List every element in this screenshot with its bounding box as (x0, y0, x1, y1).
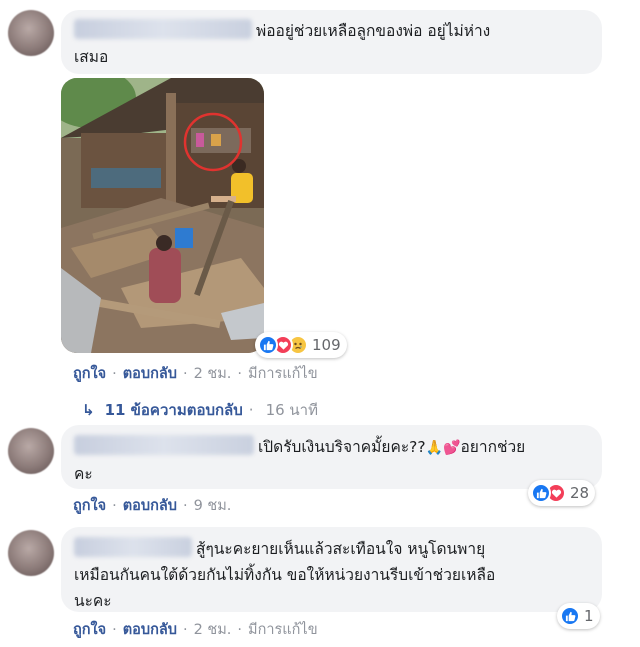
edited-label[interactable]: มีการแก้ไข (248, 622, 318, 638)
comment-actions: ถูกใจ · ตอบกลับ · 2 ชม. · มีการแก้ไข (73, 618, 318, 641)
replies-time: 16 นาที (265, 401, 318, 419)
separator: · (112, 498, 117, 514)
timestamp-link[interactable]: 2 ชม. (194, 366, 232, 382)
separator: · (237, 366, 243, 382)
comment-line: เสมอ (74, 48, 109, 66)
comment-text: เปิดรับเงินบริจาคมั้ยคะ??🙏💕อยากช่วย คะ (74, 434, 589, 487)
separator: · (182, 622, 188, 638)
commenter-name-redacted[interactable] (74, 537, 192, 557)
commenter-name-redacted[interactable] (74, 435, 254, 455)
heart-emoji: 💕 (443, 440, 461, 456)
commenter-avatar[interactable] (8, 428, 54, 474)
commenter-avatar[interactable] (8, 530, 54, 576)
separator: · (182, 498, 188, 514)
like-icon (258, 335, 278, 355)
separator: · (248, 401, 254, 419)
edited-label[interactable]: มีการแก้ไข (248, 366, 318, 382)
like-icon (560, 606, 580, 626)
collapsed-house-image (61, 78, 264, 353)
comment-line: คะ (74, 465, 93, 483)
replies-count: 11 ข้อความตอบกลับ (104, 401, 243, 419)
like-link[interactable]: ถูกใจ (73, 622, 106, 638)
commenter-avatar[interactable] (8, 10, 54, 56)
reaction-summary[interactable]: 1 (557, 603, 600, 629)
reply-link[interactable]: ตอบกลับ (123, 366, 177, 382)
comment-line: เปิดรับเงินบริจาคมั้ยคะ?? (258, 438, 426, 456)
comment-text: พ่ออยู่ช่วยเหลือลูกของพ่อ อยู่ไม่ห่าง เส… (74, 18, 589, 70)
reply-arrow-icon: ↳ (82, 401, 95, 419)
reaction-summary[interactable]: 109 (255, 332, 347, 358)
comment-line: เหมือนกันคนใต้ด้วยกันไม่ทิ้งกัน ขอให้หน่… (74, 566, 496, 584)
separator: · (182, 366, 188, 382)
reaction-count: 109 (312, 336, 341, 354)
comment-line: พ่ออยู่ช่วยเหลือลูกของพ่อ อยู่ไม่ห่าง (256, 22, 491, 40)
like-link[interactable]: ถูกใจ (73, 498, 106, 514)
separator: · (112, 366, 117, 382)
comment-actions: ถูกใจ · ตอบกลับ · 9 ชม. (73, 494, 231, 517)
commenter-name-redacted[interactable] (74, 19, 252, 39)
reaction-count: 28 (570, 484, 590, 502)
comment-line: นะคะ (74, 592, 112, 610)
like-icon (531, 483, 551, 503)
reply-link[interactable]: ตอบกลับ (123, 498, 177, 514)
comment-text: สู้ๆนะคะยายเห็นแล้วสะเทือนใจ หนูโดนพายุ … (74, 536, 599, 614)
reaction-count: 1 (584, 607, 594, 625)
comment-photo[interactable] (61, 78, 264, 353)
comment-line: สู้ๆนะคะยายเห็นแล้วสะเทือนใจ หนูโดนพายุ (196, 540, 486, 558)
timestamp-link[interactable]: 2 ชม. (194, 622, 232, 638)
comment-actions: ถูกใจ · ตอบกลับ · 2 ชม. · มีการแก้ไข (73, 362, 318, 385)
timestamp-link[interactable]: 9 ชม. (194, 498, 232, 514)
separator: · (237, 622, 243, 638)
pray-emoji: 🙏 (425, 440, 444, 456)
comment-line: อยากช่วย (460, 438, 526, 456)
separator: · (112, 622, 117, 638)
view-replies-link[interactable]: ↳ 11 ข้อความตอบกลับ · 16 นาที (82, 398, 318, 422)
like-link[interactable]: ถูกใจ (73, 366, 106, 382)
reply-link[interactable]: ตอบกลับ (123, 622, 177, 638)
reaction-summary[interactable]: 28 (528, 480, 596, 506)
